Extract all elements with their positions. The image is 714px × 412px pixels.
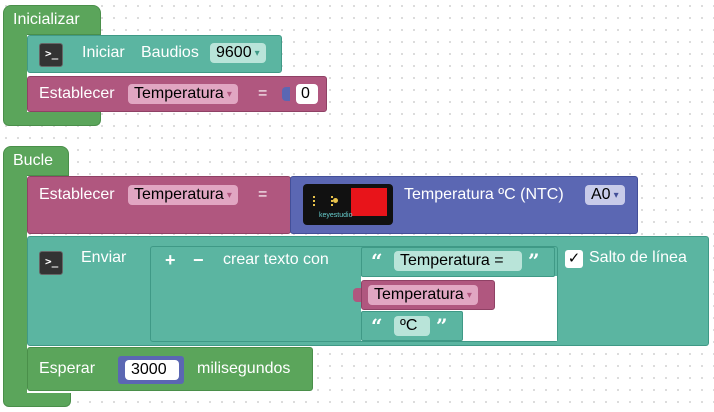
variable-dropdown[interactable]: Temperatura ▾ [128, 84, 238, 104]
pin-value: A0 [591, 186, 611, 203]
chevron-down-icon: ▾ [254, 48, 260, 59]
baud-value: 9600 [216, 44, 252, 61]
sensor-label: Temperatura ºC (NTC) [404, 186, 564, 203]
init-block[interactable]: Inicializar [3, 5, 101, 35]
variable-name: Temperatura [134, 85, 224, 102]
newline-label: Salto de línea [589, 249, 687, 266]
wait-label: Esperar [39, 360, 96, 377]
chevron-down-icon: ▾ [226, 89, 232, 100]
loop-block[interactable]: Bucle [3, 146, 69, 176]
chevron-down-icon: ▾ [466, 290, 472, 301]
text-input-1[interactable]: Temperatura = [394, 251, 522, 271]
set-label: Establecer [39, 186, 115, 203]
create-text-label: crear texto con [223, 251, 329, 268]
text-item-variable[interactable]: Temperatura ▾ [353, 280, 495, 310]
newline-checkbox[interactable]: ✓ [565, 250, 583, 268]
thermistor [351, 188, 387, 216]
init-title: Inicializar [13, 11, 80, 28]
wait-block[interactable]: Esperar 3000 milisegundos [27, 347, 313, 391]
serial-begin-block[interactable]: >_ Iniciar Baudios 9600 ▾ [27, 35, 282, 73]
terminal-icon: >_ [39, 251, 63, 275]
init-set-variable-block[interactable]: Establecer Temperatura ▾ = 0 [27, 76, 327, 112]
chevron-down-icon: ▾ [613, 190, 619, 201]
send-label: Enviar [81, 249, 127, 266]
ntc-sensor-image: keyestudio [303, 184, 393, 225]
loop-set-variable-block[interactable]: Establecer Temperatura ▾ = [27, 176, 291, 234]
init-spine [3, 34, 27, 114]
open-quote-icon: “ [371, 249, 383, 273]
add-item-button[interactable]: + [165, 250, 176, 270]
chevron-down-icon: ▾ [226, 190, 232, 201]
close-quote-icon: ” [528, 249, 540, 273]
wait-unit-label: milisegundos [197, 360, 291, 377]
wait-value-input[interactable]: 3000 [125, 360, 179, 380]
remove-item-button[interactable]: − [193, 250, 204, 270]
init-value-input[interactable]: 0 [296, 84, 318, 104]
loop-footer [3, 393, 71, 407]
open-quote-icon: “ [371, 314, 383, 338]
text-item-2[interactable]: “ ºC ” [361, 311, 463, 341]
text-input-2[interactable]: ºC [394, 316, 430, 336]
serial-begin-label: Iniciar [82, 44, 125, 61]
ntc-sensor-block[interactable]: keyestudio Temperatura ºC (NTC) A0 ▾ [290, 176, 638, 234]
loop-title: Bucle [13, 152, 54, 169]
sensor-brand: keyestudio [319, 212, 353, 219]
baud-dropdown[interactable]: 9600 ▾ [210, 43, 266, 63]
pin-dropdown[interactable]: A0 ▾ [585, 185, 625, 205]
close-quote-icon: ” [436, 314, 448, 338]
variable-name: Temperatura [374, 286, 464, 303]
variable-dropdown[interactable]: Temperatura ▾ [368, 285, 478, 305]
value-socket [282, 87, 290, 101]
init-footer [3, 112, 101, 126]
sensor-led [333, 198, 338, 203]
sensor-pins [313, 196, 333, 206]
value-socket [353, 288, 361, 302]
variable-dropdown[interactable]: Temperatura ▾ [128, 185, 238, 205]
terminal-icon: >_ [39, 43, 63, 67]
baud-label: Baudios [141, 44, 199, 61]
loop-spine [3, 175, 27, 397]
equals-label: = [258, 186, 268, 203]
text-item-1[interactable]: “ Temperatura = ” [361, 247, 555, 277]
equals-label: = [258, 85, 268, 102]
variable-name: Temperatura [134, 186, 224, 203]
set-label: Establecer [39, 85, 115, 102]
